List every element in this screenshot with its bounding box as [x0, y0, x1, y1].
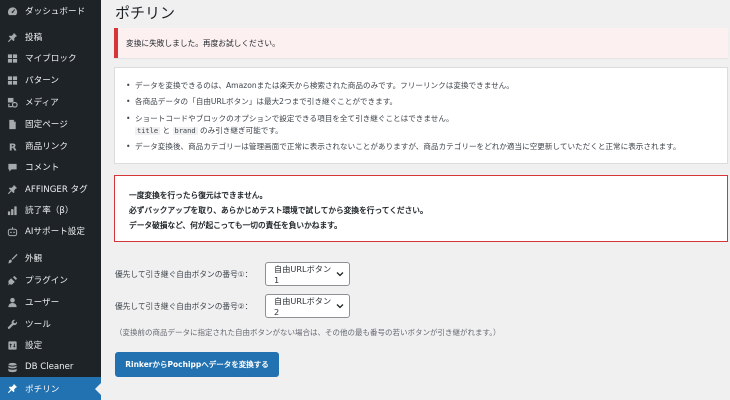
sidebar-item-label: ユーザー: [25, 298, 60, 308]
brush-icon: [6, 252, 18, 264]
main-content: ポチリン 変換に失敗しました。再度お試しください。 データを変換できるのは、Am…: [101, 0, 730, 400]
pin-icon: [6, 383, 18, 395]
warning-line: 必ずバックアップを取り、あらかじめテスト環境で試してから変換を行ってください。: [129, 206, 428, 215]
chevron-down-icon: [336, 272, 344, 277]
list-item: 各商品データの「自由URLボタン」は最大2つまで引き継ぐことができます。: [125, 96, 723, 108]
button-number-select-1[interactable]: 自由URLボタン1: [265, 262, 350, 286]
sidebar-item-label: マイブロック: [25, 54, 77, 64]
field-row-button-1: 優先して引き継ぐ自由ボタンの番号①： 自由URLボタン1: [115, 262, 350, 286]
pin-icon: [6, 183, 18, 195]
sidebar-item-plugins[interactable]: プラグイン: [0, 269, 101, 291]
sidebar-item-ai-support[interactable]: AIサポート設定: [0, 220, 101, 242]
sidebar-item-label: AIサポート設定: [25, 227, 85, 237]
sidebar-item-settings[interactable]: 設定: [0, 334, 101, 356]
list-item: ショートコードやブロックのオプションで設定できる項目を全て引き継ぐことはできませ…: [125, 113, 723, 137]
warning-line: 一度変換を行ったら復元はできません。: [129, 191, 268, 200]
info-box: データを変換できるのは、Amazonまたは楽天から検索された商品のみです。フリー…: [114, 67, 728, 164]
sidebar-item-comments[interactable]: コメント: [0, 156, 101, 178]
r-icon: R: [6, 140, 18, 152]
media-icon: [6, 96, 18, 108]
sidebar-item-my-blocks[interactable]: マイブロック: [0, 47, 101, 69]
chevron-down-icon: [336, 304, 344, 309]
error-notice-text: 変換に失敗しました。再度お試しください。: [126, 38, 280, 48]
robot-icon: [6, 225, 18, 237]
sidebar-item-tools[interactable]: ツール: [0, 313, 101, 335]
error-notice: 変換に失敗しました。再度お試しください。: [114, 28, 728, 58]
sidebar-item-read-rate[interactable]: 読了率（β）: [0, 199, 101, 221]
info-list: データを変換できるのは、Amazonまたは楽天から検索された商品のみです。フリー…: [125, 80, 723, 157]
convert-button[interactable]: RinkerからPochippへデータを変換する: [115, 352, 279, 377]
field-row-button-2: 優先して引き継ぐ自由ボタンの番号②： 自由URLボタン2: [115, 294, 350, 318]
sidebar-item-appearance[interactable]: 外観: [0, 247, 101, 269]
sidebar-item-label: 設定: [25, 341, 43, 351]
sidebar-item-product-links[interactable]: R 商品リンク: [0, 135, 101, 157]
settings-icon: [6, 339, 18, 351]
page-icon: [6, 118, 18, 130]
list-item: データを変換できるのは、Amazonまたは楽天から検索された商品のみです。フリー…: [125, 80, 723, 92]
chart-icon: [6, 204, 18, 216]
grid-icon: [6, 74, 18, 86]
field-label: 優先して引き継ぐ自由ボタンの番号②：: [115, 301, 253, 311]
database-icon: [6, 361, 18, 373]
admin-sidebar: ダッシュボード 投稿 マイブロック パターン メディア 固定ページ R 商品リン…: [0, 0, 101, 400]
sidebar-item-media[interactable]: メディア: [0, 91, 101, 113]
warning-line: データ破損など、何が起こっても一切の責任を負いかねます。: [129, 221, 342, 230]
sidebar-item-label: ポチリン: [25, 384, 60, 395]
sidebar-item-users[interactable]: ユーザー: [0, 291, 101, 313]
grid-icon: [6, 52, 18, 64]
sidebar-item-label: 固定ページ: [25, 120, 68, 130]
sidebar-item-pages[interactable]: 固定ページ: [0, 113, 101, 135]
comment-icon: [6, 161, 18, 173]
pin-icon: [6, 31, 18, 43]
code-title: title: [135, 126, 161, 135]
sidebar-item-label: ダッシュボード: [25, 7, 86, 17]
dashboard-icon: [6, 5, 18, 17]
sidebar-item-label: コメント: [25, 163, 60, 173]
page-title: ポチリン: [115, 4, 176, 22]
sidebar-item-label: パターン: [25, 76, 59, 86]
fallback-note: （変換前の商品データに指定された自由ボタンがない場合は、その他の最も番号の若いボ…: [115, 328, 501, 337]
list-item: データ変換後、商品カテゴリーは管理画面で正常に表示されないことがありますが、商品…: [125, 141, 723, 153]
wrench-icon: [6, 318, 18, 330]
sidebar-item-label: プラグイン: [25, 276, 68, 286]
code-brand: brand: [172, 126, 198, 135]
svg-text:R: R: [8, 142, 16, 151]
sidebar-item-label: 投稿: [25, 33, 43, 43]
sidebar-item-dashboard[interactable]: ダッシュボード: [0, 0, 101, 22]
sidebar-item-label: 外観: [25, 254, 43, 264]
sidebar-item-posts[interactable]: 投稿: [0, 26, 101, 48]
sidebar-item-label: 商品リンク: [25, 142, 68, 152]
button-number-select-2[interactable]: 自由URLボタン2: [265, 294, 350, 318]
plugin-icon: [6, 274, 18, 286]
warning-box: 一度変換を行ったら復元はできません。 必ずバックアップを取り、あらかじめテスト環…: [114, 175, 728, 242]
sidebar-item-label: ツール: [25, 320, 51, 330]
sidebar-item-pochirin[interactable]: ポチリン: [0, 377, 101, 400]
field-label: 優先して引き継ぐ自由ボタンの番号①：: [115, 269, 253, 279]
sidebar-item-label: AFFINGER タグ: [25, 185, 88, 195]
sidebar-item-affinger-tags[interactable]: AFFINGER タグ: [0, 178, 101, 200]
sidebar-item-label: メディア: [25, 98, 59, 108]
sidebar-item-label: 読了率（β）: [25, 206, 74, 216]
sidebar-item-label: DB Cleaner: [25, 362, 74, 372]
sidebar-item-patterns[interactable]: パターン: [0, 69, 101, 91]
user-icon: [6, 296, 18, 308]
sidebar-item-db-cleaner[interactable]: DB Cleaner: [0, 356, 101, 378]
